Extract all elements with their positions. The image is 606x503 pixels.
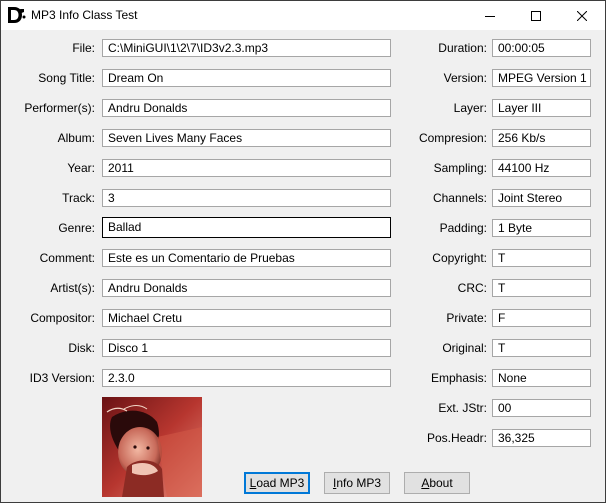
song-title-label: Song Title: (38, 71, 95, 85)
close-icon (577, 10, 587, 21)
close-button[interactable] (559, 1, 605, 30)
song-title-field[interactable]: Dream On (102, 69, 391, 87)
compression-label: Compresion: (418, 131, 487, 145)
maximize-button[interactable] (513, 1, 559, 30)
year-label: Year: (67, 161, 95, 175)
emphasis-label: Emphasis: (430, 371, 487, 385)
ext-jstr-label: Ext. JStr: (438, 401, 487, 415)
padding-field[interactable]: 1 Byte (492, 219, 591, 237)
genre-label: Genre: (58, 221, 95, 235)
year-field[interactable]: 2011 (102, 159, 391, 177)
artists-field[interactable]: Andru Donalds (102, 279, 391, 297)
crc-field[interactable]: T (492, 279, 591, 297)
track-label: Track: (62, 191, 95, 205)
load-mp3-button[interactable]: Load MP3 (244, 472, 310, 494)
version-field[interactable]: MPEG Version 1 (492, 69, 591, 87)
id3-version-label: ID3 Version: (29, 371, 95, 385)
ext-jstr-field[interactable]: 00 (492, 399, 591, 417)
disk-field[interactable]: Disco 1 (102, 339, 391, 357)
minimize-button[interactable] (467, 1, 513, 30)
compression-field[interactable]: 256 Kb/s (492, 129, 591, 147)
minimize-icon (485, 15, 495, 17)
version-label: Version: (443, 71, 487, 85)
pos-headr-label: Pos.Headr: (426, 431, 487, 445)
layer-field[interactable]: Layer III (492, 99, 591, 117)
album-cover-image (102, 397, 202, 497)
sampling-label: Sampling: (433, 161, 487, 175)
album-label: Album: (57, 131, 95, 145)
private-field[interactable]: F (492, 309, 591, 327)
about-button[interactable]: About (404, 472, 470, 494)
compositor-field[interactable]: Michael Cretu (102, 309, 391, 327)
comment-label: Comment: (39, 251, 95, 265)
title-bar[interactable]: MP3 Info Class Test (1, 1, 605, 30)
app-icon (8, 7, 26, 23)
original-field[interactable]: T (492, 339, 591, 357)
artists-label: Artist(s): (50, 281, 95, 295)
original-label: Original: (442, 341, 487, 355)
main-window: MP3 Info Class Test File: C:\MiniGUI\1\2… (0, 0, 606, 503)
copyright-field[interactable]: T (492, 249, 591, 267)
pos-headr-field[interactable]: 36,325 (492, 429, 591, 447)
file-field[interactable]: C:\MiniGUI\1\2\7\ID3v2.3.mp3 (102, 39, 391, 57)
performers-label: Performer(s): (24, 101, 95, 115)
info-mp3-button[interactable]: Info MP3 (324, 472, 390, 494)
copyright-label: Copyright: (432, 251, 487, 265)
window-title: MP3 Info Class Test (31, 8, 138, 22)
sampling-field[interactable]: 44100 Hz (492, 159, 591, 177)
channels-label: Channels: (432, 191, 487, 205)
performers-field[interactable]: Andru Donalds (102, 99, 391, 117)
genre-field[interactable]: Ballad (102, 217, 391, 238)
private-label: Private: (446, 311, 487, 325)
crc-label: CRC: (457, 281, 487, 295)
layer-label: Layer: (453, 101, 487, 115)
padding-label: Padding: (439, 221, 487, 235)
channels-field[interactable]: Joint Stereo (492, 189, 591, 207)
compositor-label: Compositor: (30, 311, 95, 325)
emphasis-field[interactable]: None (492, 369, 591, 387)
maximize-icon (531, 10, 541, 21)
duration-label: Duration: (438, 41, 487, 55)
file-label: File: (72, 41, 95, 55)
track-field[interactable]: 3 (102, 189, 391, 207)
duration-field[interactable]: 00:00:05 (492, 39, 591, 57)
id3-version-field[interactable]: 2.3.0 (102, 369, 391, 387)
album-field[interactable]: Seven Lives Many Faces (102, 129, 391, 147)
comment-field[interactable]: Este es un Comentario de Pruebas (102, 249, 391, 267)
disk-label: Disk: (68, 341, 95, 355)
